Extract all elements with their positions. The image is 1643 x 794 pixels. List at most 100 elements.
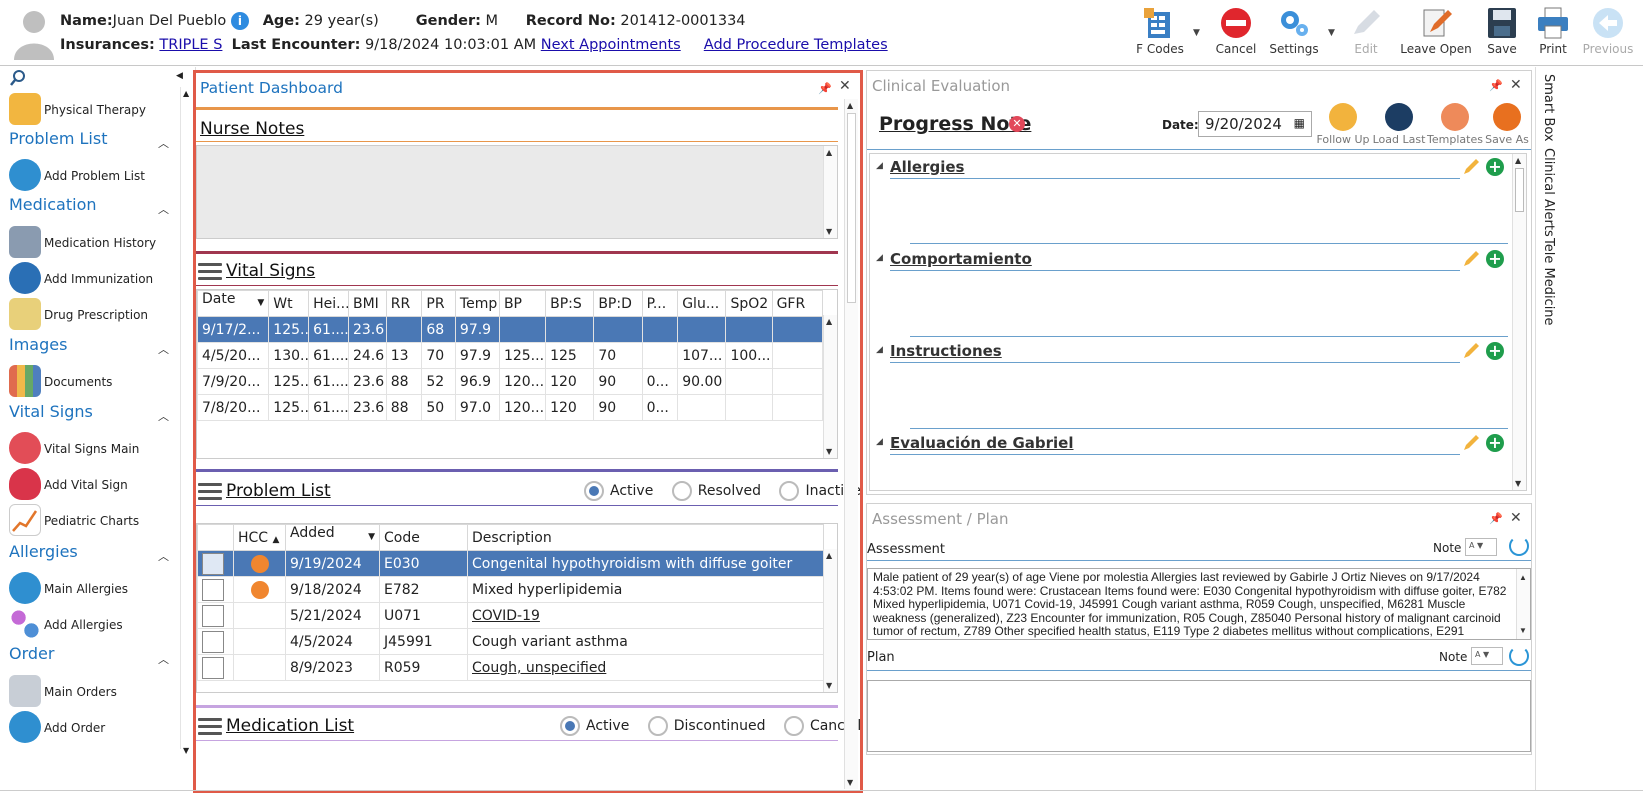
chevron-up-icon[interactable]: ︿: [158, 135, 169, 151]
refresh-icon[interactable]: [1509, 646, 1529, 666]
nurse-notes-field[interactable]: ▲ ▼: [196, 145, 838, 239]
column-header[interactable]: Date ▼: [197, 290, 270, 317]
section-allergies[interactable]: ◢ Allergies: [876, 158, 1510, 179]
sidebar-item-add-allergies[interactable]: Add Allergies: [9, 608, 179, 642]
column-header[interactable]: PR: [421, 290, 456, 317]
sidebar-section-medication[interactable]: Medication: [9, 195, 97, 214]
tab-clinical-alerts[interactable]: Clinical Alerts: [1541, 148, 1556, 237]
sidebar-item-main-allergies[interactable]: Main Allergies: [9, 572, 179, 606]
table-row[interactable]: 5/21/2024 U071 COVID-19: [197, 602, 824, 629]
refresh-icon[interactable]: [1509, 536, 1529, 556]
filter-discontinued-radio[interactable]: Discontinued: [647, 716, 766, 736]
column-header[interactable]: Glu...: [677, 290, 727, 317]
sidebar-item-documents[interactable]: Documents: [9, 365, 179, 399]
column-header-hcc[interactable]: HCC ▲: [233, 524, 286, 551]
column-header[interactable]: Temp: [454, 290, 500, 317]
column-header[interactable]: Wt: [268, 290, 310, 317]
calendar-icon[interactable]: ▦: [1294, 116, 1305, 130]
next-appointments-link[interactable]: Next Appointments: [541, 37, 681, 53]
table-row[interactable]: 8/9/2023 R059 Cough, unspecified: [197, 654, 824, 681]
add-icon[interactable]: +: [1486, 434, 1504, 452]
sidebar-item-medication-history[interactable]: Medication History: [9, 226, 179, 260]
row-checkbox[interactable]: [202, 552, 224, 575]
sidebar-item-add-vital-sign[interactable]: Add Vital Sign: [9, 468, 179, 502]
medication-list-menu-icon[interactable]: [198, 718, 222, 736]
row-checkbox[interactable]: [202, 630, 224, 653]
settings-button[interactable]: Settings: [1262, 4, 1326, 62]
sort-icon[interactable]: ▼: [257, 292, 264, 316]
note-template-dropdown[interactable]: A ▼: [1471, 647, 1503, 665]
sidebar-section-vital-signs[interactable]: Vital Signs: [9, 402, 93, 421]
collapse-triangle-icon[interactable]: ◢: [876, 161, 883, 171]
add-icon[interactable]: +: [1486, 342, 1504, 360]
pin-icon[interactable]: 📌: [1489, 512, 1503, 525]
filter-active-radio[interactable]: Active: [560, 716, 629, 736]
search-icon[interactable]: [9, 69, 27, 87]
leave-open-button[interactable]: Leave Open: [1400, 4, 1472, 62]
row-checkbox[interactable]: [202, 604, 224, 627]
sidebar-item-drug-prescription[interactable]: Drug Prescription: [9, 298, 179, 332]
sidebar-scrollbar[interactable]: ▲ ▼: [180, 87, 194, 755]
column-header[interactable]: BP:D: [593, 290, 643, 317]
sidebar-item-main-orders[interactable]: Main Orders: [9, 675, 179, 709]
column-header[interactable]: P...: [641, 290, 679, 317]
sidebar-section-problem-list[interactable]: Problem List: [9, 129, 107, 148]
cancel-button[interactable]: Cancel: [1204, 4, 1268, 62]
dashboard-scrollbar[interactable]: ▲ ▼: [844, 99, 858, 789]
close-icon[interactable]: ✕: [1510, 77, 1522, 93]
vital-signs-grid[interactable]: Date ▼ Wt Hei... BMI RR PR Temp BP BP:S BP:D P... Gl…: [196, 289, 838, 459]
column-header[interactable]: RR: [385, 290, 423, 317]
edit-pencil-icon[interactable]: [1462, 158, 1480, 176]
edit-pencil-icon[interactable]: [1462, 250, 1480, 268]
column-header[interactable]: BP:S: [545, 290, 595, 317]
sidebar-section-images[interactable]: Images: [9, 335, 67, 354]
fcodes-dropdown-icon[interactable]: ▼: [1193, 28, 1200, 38]
section-instructiones[interactable]: ◢ Instructiones: [876, 342, 1510, 363]
sidebar-item-add-order[interactable]: Add Order: [9, 711, 179, 745]
table-row[interactable]: 9/19/2024 E030 Congenital hypothyroidism w…: [197, 550, 824, 577]
row-select-cell[interactable]: [197, 602, 234, 629]
row-select-cell[interactable]: [197, 654, 234, 681]
column-header[interactable]: BP: [498, 290, 547, 317]
row-checkbox[interactable]: [202, 656, 224, 679]
pin-icon[interactable]: 📌: [818, 82, 832, 95]
templates-button[interactable]: Templates: [1427, 103, 1483, 146]
column-header[interactable]: SpO2: [725, 290, 773, 317]
chevron-up-icon[interactable]: ︿: [158, 651, 169, 667]
table-row[interactable]: 4/5/2024 J45991 Cough variant asthma: [197, 628, 824, 655]
assessment-textarea[interactable]: Male patient of 29 year(s) of age Viene …: [867, 568, 1531, 640]
row-select-cell[interactable]: [197, 576, 234, 603]
filter-active-radio[interactable]: Active: [584, 481, 653, 501]
table-cell-desc[interactable]: Cough, unspecified: [467, 654, 824, 681]
progress-note-scrollbar[interactable]: ▲ ▼: [1512, 154, 1526, 490]
problem-list-grid[interactable]: HCC ▲ Added ▼ Code Description 9/19/2024…: [196, 523, 838, 693]
chevron-up-icon[interactable]: ︿: [158, 408, 169, 424]
note-template-dropdown[interactable]: A ▼: [1465, 538, 1497, 556]
column-header[interactable]: BMI: [347, 290, 387, 317]
close-icon[interactable]: ✕: [839, 78, 851, 94]
row-select-cell[interactable]: [197, 550, 234, 577]
load-last-button[interactable]: Load Last: [1371, 103, 1427, 146]
column-header-select[interactable]: [197, 524, 234, 551]
table-row[interactable]: 9/18/2024 E782 Mixed hyperlipidemia: [197, 576, 824, 603]
filter-resolved-radio[interactable]: Resolved: [671, 481, 761, 501]
column-header-description[interactable]: Description: [467, 524, 824, 551]
edit-pencil-icon[interactable]: [1462, 434, 1480, 452]
sidebar-item-add-problem-list[interactable]: Add Problem List: [9, 159, 179, 193]
sidebar-item-physical-therapy[interactable]: Physical Therapy: [9, 93, 179, 127]
sidebar-item-vital-signs-main[interactable]: Vital Signs Main: [9, 432, 179, 466]
chevron-up-icon[interactable]: ︿: [158, 341, 169, 357]
collapse-triangle-icon[interactable]: ◢: [876, 345, 883, 355]
add-procedure-templates-link[interactable]: Add Procedure Templates: [704, 37, 888, 53]
add-icon[interactable]: +: [1486, 158, 1504, 176]
plan-textarea[interactable]: [867, 680, 1531, 752]
sidebar-item-add-immunization[interactable]: Add Immunization: [9, 262, 179, 296]
close-icon[interactable]: ✕: [1510, 510, 1522, 526]
chevron-up-icon[interactable]: ︿: [158, 548, 169, 564]
previous-button[interactable]: Previous: [1576, 4, 1640, 62]
add-icon[interactable]: +: [1486, 250, 1504, 268]
row-select-cell[interactable]: [197, 628, 234, 655]
sidebar-section-allergies[interactable]: Allergies: [9, 542, 78, 561]
collapse-sidebar-icon[interactable]: ◀: [176, 71, 183, 81]
sidebar-section-order[interactable]: Order: [9, 644, 54, 663]
